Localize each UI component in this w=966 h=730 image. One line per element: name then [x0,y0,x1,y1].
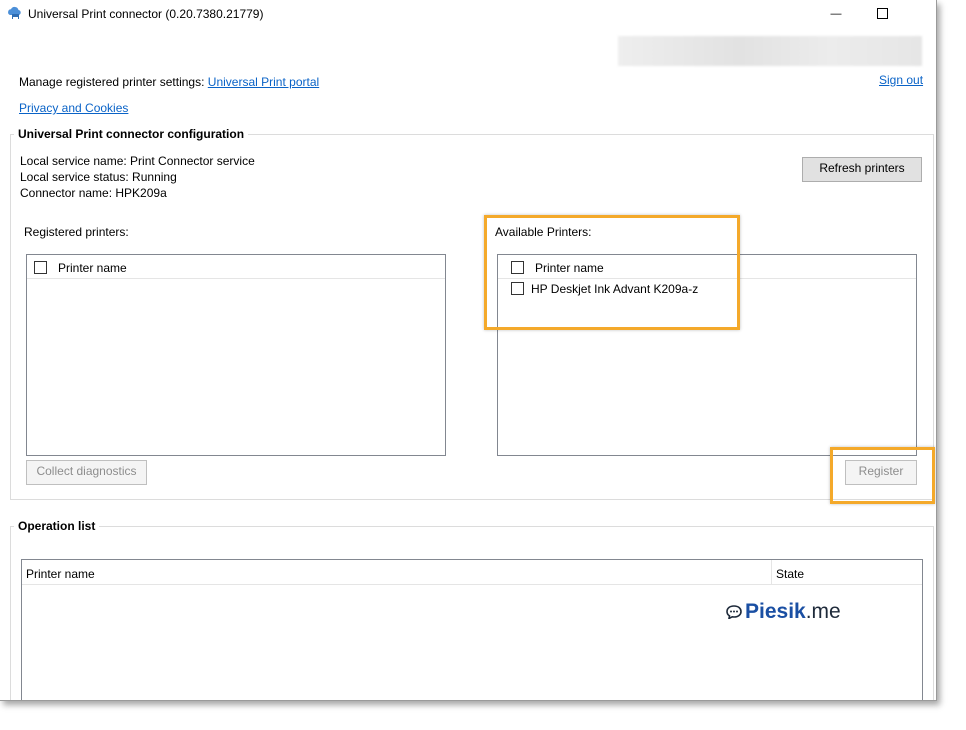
available-select-all-checkbox[interactable] [511,261,524,274]
connector-name-text: Connector name: HPK209a [20,186,167,200]
manage-settings-text: Manage registered printer settings: Univ… [19,75,319,89]
collect-diagnostics-button[interactable]: Collect diagnostics [26,460,147,485]
maximize-icon [876,8,888,19]
privacy-link[interactable]: Privacy and Cookies [19,101,128,115]
operation-column-state[interactable]: State [776,567,804,581]
operation-list-header: Printer name State [22,560,922,585]
registered-column-printer-name[interactable]: Printer name [58,261,127,275]
available-printers-list[interactable]: Printer name HP Deskjet Ink Advant K209a… [497,254,917,456]
column-divider [771,560,772,584]
sign-out-link[interactable]: Sign out [879,73,923,87]
cloud-printer-icon [8,6,21,20]
minimize-button[interactable]: — [824,4,848,24]
available-printers-label: Available Printers: [495,225,592,239]
watermark: Piesik.me [726,600,841,624]
printer-name: HP Deskjet Ink Advant K209a-z [531,282,699,296]
maximize-button[interactable] [870,4,894,24]
manage-label: Manage registered printer settings: [19,75,205,89]
connector-window: Universal Print connector (0.20.7380.217… [0,0,937,701]
list-item[interactable]: HP Deskjet Ink Advant K209a-z [498,279,916,301]
operation-column-printer-name[interactable]: Printer name [26,567,95,581]
watermark-tld: .me [805,600,841,623]
registered-select-all-checkbox[interactable] [34,261,47,274]
config-group-title: Universal Print connector configuration [14,127,249,141]
printer-checkbox[interactable] [511,282,524,295]
available-column-printer-name[interactable]: Printer name [535,261,604,275]
watermark-brand: Piesik [745,600,806,623]
service-status-text: Local service status: Running [20,170,177,184]
service-name-text: Local service name: Print Connector serv… [20,154,255,168]
chat-bubble-icon [726,605,742,620]
registered-printers-label: Registered printers: [24,225,129,239]
title-bar: Universal Print connector (0.20.7380.217… [0,0,936,28]
operation-list[interactable]: Printer name State [21,559,923,700]
registered-printers-list[interactable]: Printer name [26,254,446,456]
register-button[interactable]: Register [845,460,917,485]
account-info-blurred [618,36,922,66]
portal-link[interactable]: Universal Print portal [208,75,319,89]
window-title: Universal Print connector (0.20.7380.217… [28,7,264,21]
available-list-header: Printer name [498,255,916,279]
registered-list-header: Printer name [27,255,445,279]
refresh-printers-button[interactable]: Refresh printers [802,157,922,182]
operation-group-title: Operation list [14,519,100,533]
